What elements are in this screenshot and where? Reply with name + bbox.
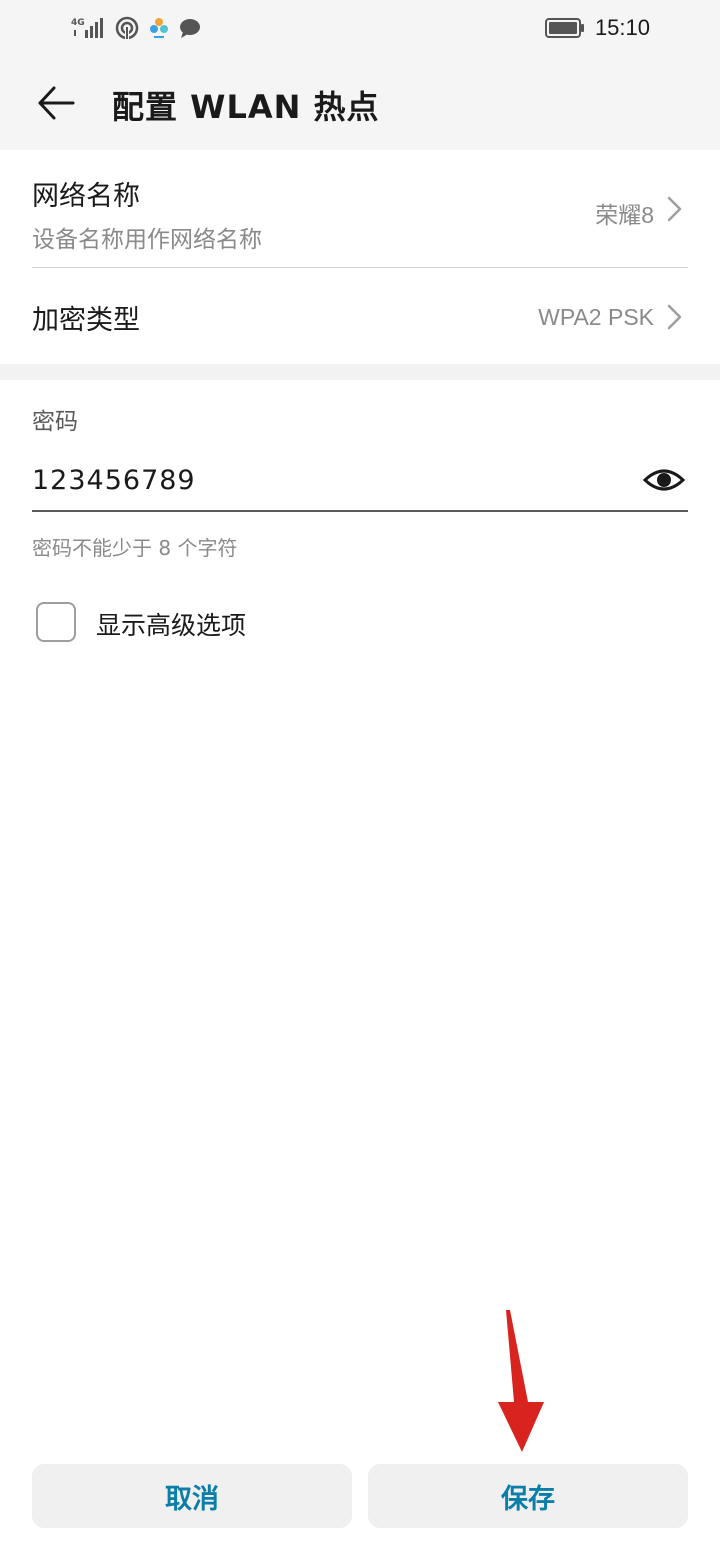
network-name-subtitle: 设备名称用作网络名称: [32, 227, 262, 253]
chevron-right-icon: [667, 304, 682, 330]
show-password-button[interactable]: [642, 460, 686, 500]
status-time: 15:10: [594, 15, 650, 40]
encryption-type-value: WPA2 PSK: [538, 304, 654, 330]
network-name-row[interactable]: 网络名称 设备名称用作网络名称 荣耀8: [32, 150, 688, 267]
status-right-area: 15:10: [544, 14, 650, 42]
page-title: 配置 WLAN 热点: [112, 88, 380, 126]
password-hint: 密码不能少于 8 个字符: [32, 536, 238, 560]
password-input[interactable]: [32, 460, 612, 500]
hotspot-icon: [115, 16, 139, 40]
status-left-icons: 4G: [70, 14, 202, 42]
chat-icon: [180, 19, 200, 38]
chevron-right-icon: [667, 196, 682, 222]
advanced-options-checkbox[interactable]: [36, 602, 76, 642]
advanced-options-label: 显示高级选项: [96, 611, 247, 640]
encryption-type-title: 加密类型: [32, 305, 140, 336]
password-label: 密码: [32, 409, 78, 435]
password-section: 密码 密码不能少于 8 个字符 显示高级选项: [0, 380, 720, 660]
save-button[interactable]: 保存: [368, 1464, 688, 1528]
network-type-label: 4G: [71, 18, 85, 28]
password-field: [32, 450, 688, 512]
screen: 4G 15:10 配置 WLAN 热点 网络名称 设备名称用作网络名称 荣耀8 …: [0, 0, 720, 1560]
arrow-left-icon: [38, 86, 75, 120]
settings-list: 网络名称 设备名称用作网络名称 荣耀8 加密类型 WPA2 PSK: [0, 150, 720, 364]
signal-icon: 4G: [71, 18, 103, 38]
eye-icon: [642, 469, 686, 491]
advanced-options-toggle[interactable]: 显示高级选项: [32, 600, 432, 646]
network-name-value: 荣耀8: [595, 202, 654, 228]
cancel-button[interactable]: 取消: [32, 1464, 352, 1528]
app-icon: [150, 18, 168, 38]
section-separator: [0, 364, 720, 380]
app-bar: 配置 WLAN 热点: [0, 56, 720, 150]
encryption-type-row[interactable]: 加密类型 WPA2 PSK: [32, 268, 688, 364]
status-bar: 4G 15:10: [0, 0, 720, 56]
red-arrow-icon: [498, 1310, 544, 1452]
battery-icon: [544, 18, 584, 38]
back-button[interactable]: [28, 78, 84, 128]
network-name-title: 网络名称: [32, 181, 140, 212]
